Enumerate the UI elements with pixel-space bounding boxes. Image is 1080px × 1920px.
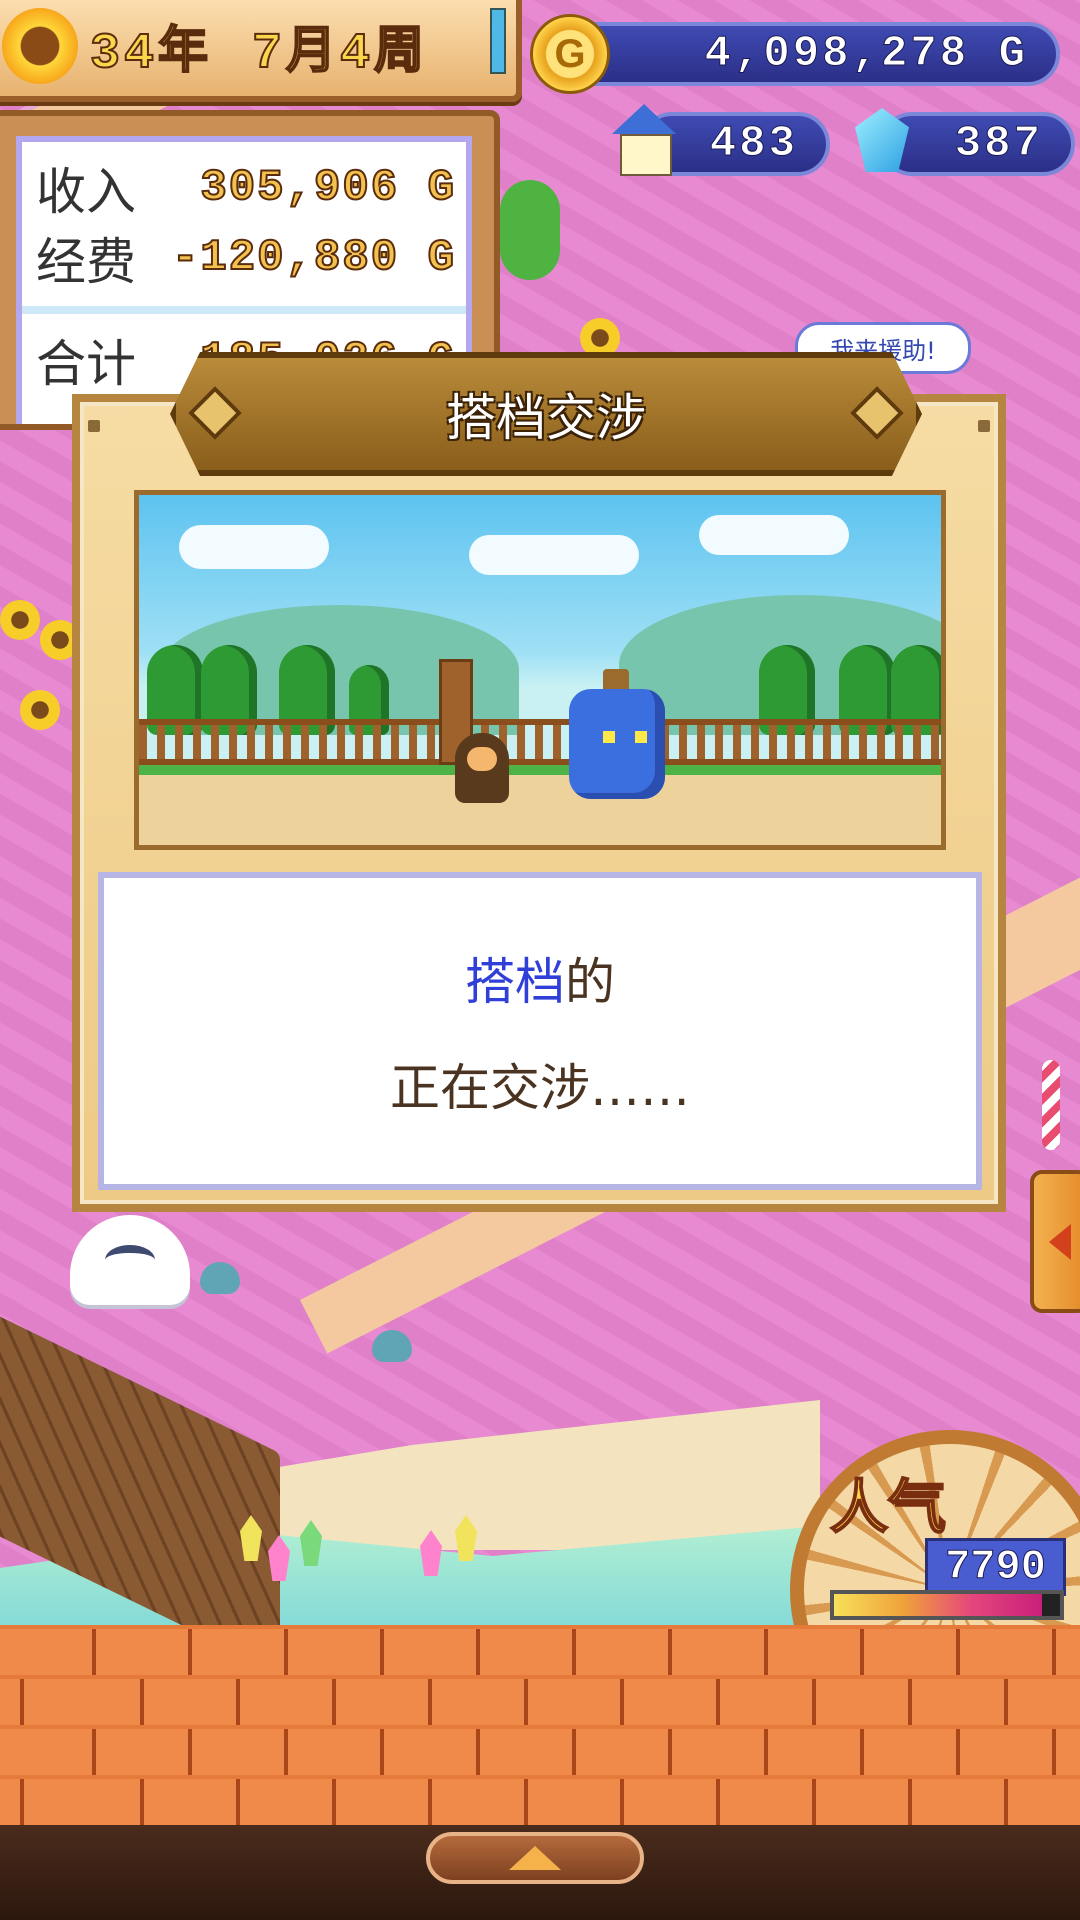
coin-symbol: G xyxy=(554,31,586,76)
negotiation-scene xyxy=(134,490,946,850)
gem-value: 387 xyxy=(954,119,1043,170)
gold-value: 4,098,278 G xyxy=(704,29,1028,80)
tree-decoration xyxy=(500,180,560,280)
popularity-label: 人气 xyxy=(829,1472,947,1542)
dialog-title: 搭档交涉 xyxy=(446,389,646,447)
rivet-decoration xyxy=(978,420,990,432)
side-menu-tab[interactable] xyxy=(1030,1170,1080,1313)
finance-divider xyxy=(22,306,466,314)
income-row: 收入 305,906 G xyxy=(36,156,456,221)
expense-row: 经费 -120,880 G xyxy=(36,226,456,291)
income-label: 收入 xyxy=(36,163,136,221)
date-panel[interactable]: 34年 7月4周 xyxy=(0,0,522,102)
sunflower-icon xyxy=(2,8,78,84)
house-icon xyxy=(612,104,676,176)
slime-monster[interactable] xyxy=(200,1262,240,1294)
cloud xyxy=(469,535,639,575)
month-week-label: 7月4周 xyxy=(251,25,429,84)
up-arrow-icon xyxy=(509,1846,561,1870)
left-arrow-icon xyxy=(1049,1223,1071,1260)
diamond-ornament-icon xyxy=(850,386,904,440)
cloud xyxy=(179,525,329,569)
popularity-value: 7790 xyxy=(925,1538,1066,1596)
dialog-message-box: 搭档的 正在交涉…… xyxy=(98,872,982,1190)
cloud xyxy=(699,515,849,555)
expense-label: 经费 xyxy=(36,233,136,291)
monkey-partner-sprite xyxy=(455,733,509,803)
rivet-decoration xyxy=(88,420,100,432)
dialog-title-banner: 搭档交涉 xyxy=(170,352,922,476)
sunflower-decoration xyxy=(0,600,40,640)
open-menu-button[interactable] xyxy=(426,1832,644,1884)
slime-monster[interactable] xyxy=(372,1330,412,1362)
week-progress-bar xyxy=(490,8,506,74)
gem-counter[interactable]: 387 xyxy=(880,112,1075,176)
message-suffix: 的 xyxy=(565,953,615,1011)
popularity-gauge[interactable]: 人气 7790 xyxy=(790,1430,1080,1750)
wooden-fence xyxy=(139,719,941,765)
income-value: 305,906 G xyxy=(199,162,456,214)
gold-counter[interactable]: 4,098,278 G xyxy=(540,22,1060,86)
sunflower-decoration xyxy=(20,690,60,730)
message-line-2: 正在交涉…… xyxy=(390,1059,690,1117)
brick-wall xyxy=(0,1625,1080,1825)
message-line-1: 搭档的 xyxy=(465,942,615,1014)
popularity-bar xyxy=(830,1590,1064,1620)
diamond-ornament-icon xyxy=(188,386,242,440)
expense-value: -120,880 G xyxy=(171,232,456,284)
house-value: 483 xyxy=(709,119,798,170)
blue-dinosaur-sprite xyxy=(559,669,679,809)
total-label: 合计 xyxy=(36,335,136,393)
partner-highlight: 搭档 xyxy=(465,953,565,1011)
dirt-ground xyxy=(139,775,941,845)
date-display: 34年 7月4周 xyxy=(89,10,429,84)
monster-face xyxy=(105,1245,155,1275)
popularity-bar-fill xyxy=(834,1594,1042,1616)
candy-cane-decoration xyxy=(1042,1060,1060,1150)
year-label: 34年 xyxy=(89,25,213,84)
gold-coin-icon: G xyxy=(530,14,610,94)
snow-monster[interactable] xyxy=(70,1215,190,1305)
